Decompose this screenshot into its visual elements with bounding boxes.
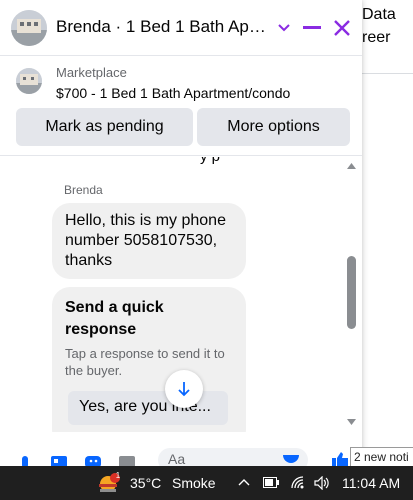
sender-name: Brenda (64, 183, 103, 197)
chat-window: Brenda · 1 Bed 1 Bath Apar... Marketplac… (0, 0, 362, 466)
composer: Aa (0, 432, 362, 466)
thumbs-up-icon[interactable] (330, 452, 350, 466)
background-divider (358, 73, 413, 74)
clipped-message-text: y p (200, 157, 220, 165)
quick-response-card: Send a quick response Tap a response to … (52, 287, 246, 432)
weather-condition[interactable]: Smoke (172, 475, 216, 491)
temperature[interactable]: 35°C (130, 475, 161, 491)
quick-response-subtitle: Tap a response to send it to the buyer. (65, 346, 225, 378)
notification-toast[interactable]: 2 new noti (350, 447, 413, 467)
scroll-down-arrow-icon[interactable] (347, 419, 356, 425)
message-bubble[interactable]: Hello, this is my phone number 505810753… (52, 203, 246, 279)
sticker-icon[interactable] (82, 454, 104, 466)
weather-badge: 1 (115, 471, 121, 480)
microphone-icon[interactable] (14, 454, 36, 466)
emoji-icon[interactable] (282, 455, 300, 466)
more-options-button[interactable]: More options (197, 108, 350, 146)
clock[interactable]: 11:04 AM (342, 475, 400, 491)
marketplace-listing: Marketplace $700 - 1 Bed 1 Bath Apartmen… (0, 56, 362, 156)
background-text-line: reer (362, 29, 391, 46)
minimize-icon[interactable] (298, 14, 326, 42)
close-icon[interactable] (328, 14, 356, 42)
quick-response-title: Send a quick response (65, 299, 164, 338)
wifi-icon[interactable] (290, 475, 306, 490)
scrollbar[interactable] (343, 157, 359, 432)
photo-icon[interactable] (48, 454, 70, 466)
scroll-up-arrow-icon[interactable] (347, 163, 356, 169)
chevron-up-icon[interactable] (238, 478, 250, 486)
mark-as-pending-button[interactable]: Mark as pending (16, 108, 193, 146)
chat-title[interactable]: Brenda · 1 Bed 1 Bath Apar... (56, 17, 268, 37)
scrollbar-thumb[interactable] (347, 256, 356, 329)
arrow-down-icon (178, 382, 190, 397)
quick-response-option[interactable]: Yes, are you inte... (68, 391, 228, 425)
volume-icon[interactable] (314, 476, 330, 490)
gif-icon[interactable] (116, 454, 138, 466)
avatar[interactable] (11, 10, 47, 46)
taskbar: 1 35°C Smoke 11:04 AM (0, 466, 413, 500)
battery-icon[interactable] (263, 477, 279, 488)
background-right-panel (358, 0, 413, 466)
chat-header[interactable]: Brenda · 1 Bed 1 Bath Apar... (0, 0, 362, 56)
scroll-to-bottom-button[interactable] (165, 370, 203, 408)
chevron-down-icon[interactable] (270, 14, 298, 42)
listing-thumbnail[interactable] (16, 68, 42, 94)
listing-title[interactable]: $700 - 1 Bed 1 Bath Apartment/condo (56, 85, 290, 101)
message-list[interactable]: y p Brenda Hello, this is my phone numbe… (0, 157, 362, 432)
marketplace-label: Marketplace (56, 65, 127, 80)
background-text-line: Data (362, 6, 396, 23)
